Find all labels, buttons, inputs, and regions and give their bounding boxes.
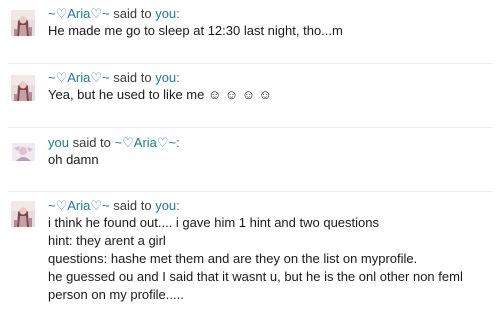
divider: [8, 127, 492, 128]
aria-avatar-photo-icon: [11, 75, 35, 101]
said-to-text: said to: [113, 198, 152, 213]
sender-link[interactable]: ~♡Aria♡~: [48, 198, 110, 213]
message-header: ~♡Aria♡~ said to you:: [48, 6, 488, 22]
said-to-text: said to: [113, 70, 152, 85]
aria-avatar-photo-icon: [11, 10, 35, 36]
message-text: Yea, but he used to like me ☺ ☺ ☺ ☺: [48, 87, 272, 102]
message-text: hint: they arent a girl: [48, 233, 166, 248]
recipient-link[interactable]: you:: [155, 198, 180, 213]
message-3: you said to ~♡Aria♡~: oh damn: [48, 135, 488, 169]
aria-avatar-photo-icon: [11, 201, 35, 227]
message-header: you said to ~♡Aria♡~:: [48, 135, 488, 151]
recipient-link[interactable]: you:: [155, 6, 180, 21]
message-text: he guessed ou and I said that it wasnt u…: [48, 269, 463, 284]
sender-link[interactable]: ~♡Aria♡~: [48, 70, 110, 85]
message-1: ~♡Aria♡~ said to you: He made me go to s…: [48, 6, 488, 40]
message-2: ~♡Aria♡~ said to you: Yea, but he used t…: [48, 70, 488, 104]
you-avatar-photo-icon: [12, 143, 35, 161]
message-text: He made me go to sleep at 12:30 last nig…: [48, 23, 343, 38]
aria-avatar[interactable]: [11, 75, 35, 101]
sender-link[interactable]: ~♡Aria♡~: [48, 6, 110, 21]
message-text: questions: hashe met them and are they o…: [48, 251, 418, 266]
divider: [8, 191, 492, 192]
message-feed: ~♡Aria♡~ said to you: He made me go to s…: [0, 0, 500, 317]
you-avatar[interactable]: [12, 143, 35, 161]
recipient-link[interactable]: ~♡Aria♡~:: [115, 135, 180, 150]
message-text: oh damn: [48, 152, 99, 167]
divider: [8, 63, 492, 64]
message-text: person on my profile.....: [48, 287, 184, 302]
aria-avatar[interactable]: [11, 201, 35, 227]
recipient-link[interactable]: you:: [155, 70, 180, 85]
message-4: ~♡Aria♡~ said to you: i think he found o…: [48, 198, 488, 304]
message-header: ~♡Aria♡~ said to you:: [48, 198, 488, 214]
sender-link[interactable]: you: [48, 135, 69, 150]
said-to-text: said to: [72, 135, 111, 150]
said-to-text: said to: [113, 6, 152, 21]
aria-avatar[interactable]: [11, 10, 35, 36]
message-header: ~♡Aria♡~ said to you:: [48, 70, 488, 86]
message-text: i think he found out.... i gave him 1 hi…: [48, 215, 379, 230]
